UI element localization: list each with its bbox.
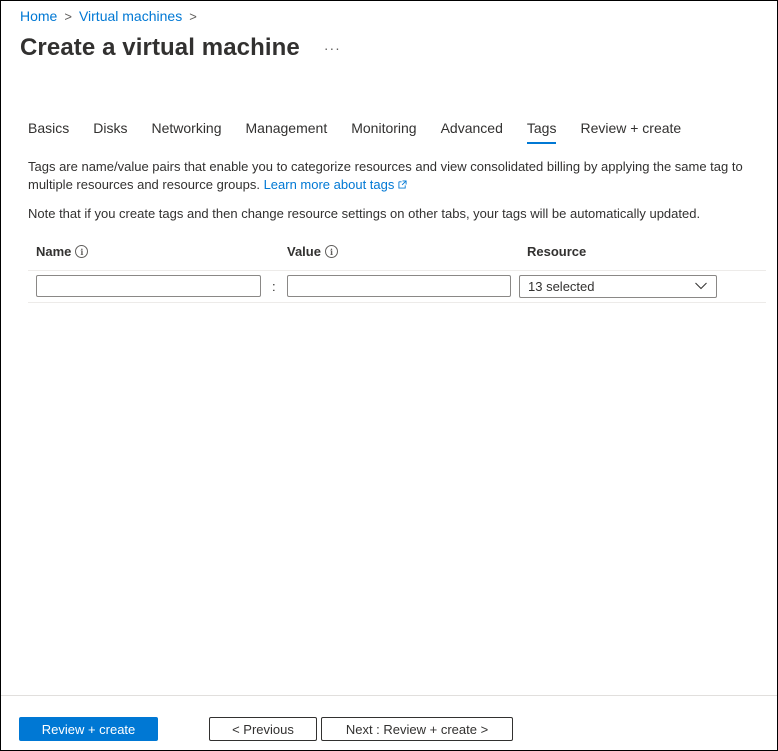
tab-disks[interactable]: Disks	[93, 120, 127, 144]
column-header-resource: Resource	[527, 244, 586, 259]
name-value-separator: :	[272, 279, 276, 294]
table-row: : 13 selected	[28, 271, 766, 303]
page-frame: Home > Virtual machines > Create a virtu…	[0, 0, 778, 751]
tab-basics[interactable]: Basics	[28, 120, 69, 144]
tab-bar: Basics Disks Networking Management Monit…	[28, 120, 705, 144]
auto-update-note: Note that if you create tags and then ch…	[28, 206, 701, 221]
breadcrumb-home[interactable]: Home	[20, 8, 57, 24]
tag-value-input[interactable]	[287, 275, 511, 297]
footer-divider	[1, 695, 777, 696]
tab-advanced[interactable]: Advanced	[441, 120, 503, 144]
column-header-value: Value i	[287, 244, 338, 259]
resource-selected-value: 13 selected	[528, 279, 595, 294]
tags-description: Tags are name/value pairs that enable yo…	[28, 158, 768, 194]
learn-more-label: Learn more about tags	[263, 177, 395, 192]
tab-tags[interactable]: Tags	[526, 120, 556, 144]
breadcrumb: Home > Virtual machines >	[20, 8, 204, 24]
next-review-create-button[interactable]: Next : Review + create >	[321, 717, 513, 741]
info-icon[interactable]: i	[75, 245, 89, 258]
tab-networking[interactable]: Networking	[151, 120, 221, 144]
learn-more-link[interactable]: Learn more about tags	[264, 177, 408, 192]
title-row: Create a virtual machine ···	[20, 34, 341, 62]
breadcrumb-chevron-icon: >	[64, 8, 72, 24]
tag-name-input[interactable]	[36, 275, 261, 297]
column-label: Value	[287, 244, 321, 259]
column-label: Name	[36, 244, 72, 259]
column-label: Resource	[527, 244, 587, 259]
resource-dropdown[interactable]: 13 selected	[519, 275, 717, 298]
column-header-name: Name i	[36, 244, 89, 259]
breadcrumb-chevron-icon: >	[189, 8, 197, 24]
tab-management[interactable]: Management	[246, 120, 328, 144]
tab-monitoring[interactable]: Monitoring	[351, 120, 416, 144]
tab-review-create[interactable]: Review + create	[580, 120, 681, 144]
tags-grid-header: Name i Value i Resource	[28, 244, 766, 271]
info-icon[interactable]: i	[324, 245, 338, 258]
page-title: Create a virtual machine	[20, 34, 300, 61]
more-options-icon[interactable]: ···	[324, 40, 341, 56]
review-create-button[interactable]: Review + create	[19, 717, 158, 741]
chevron-down-icon	[695, 282, 707, 290]
previous-button[interactable]: < Previous	[209, 717, 317, 741]
breadcrumb-virtual-machines[interactable]: Virtual machines	[79, 8, 182, 24]
external-link-icon	[398, 180, 407, 189]
